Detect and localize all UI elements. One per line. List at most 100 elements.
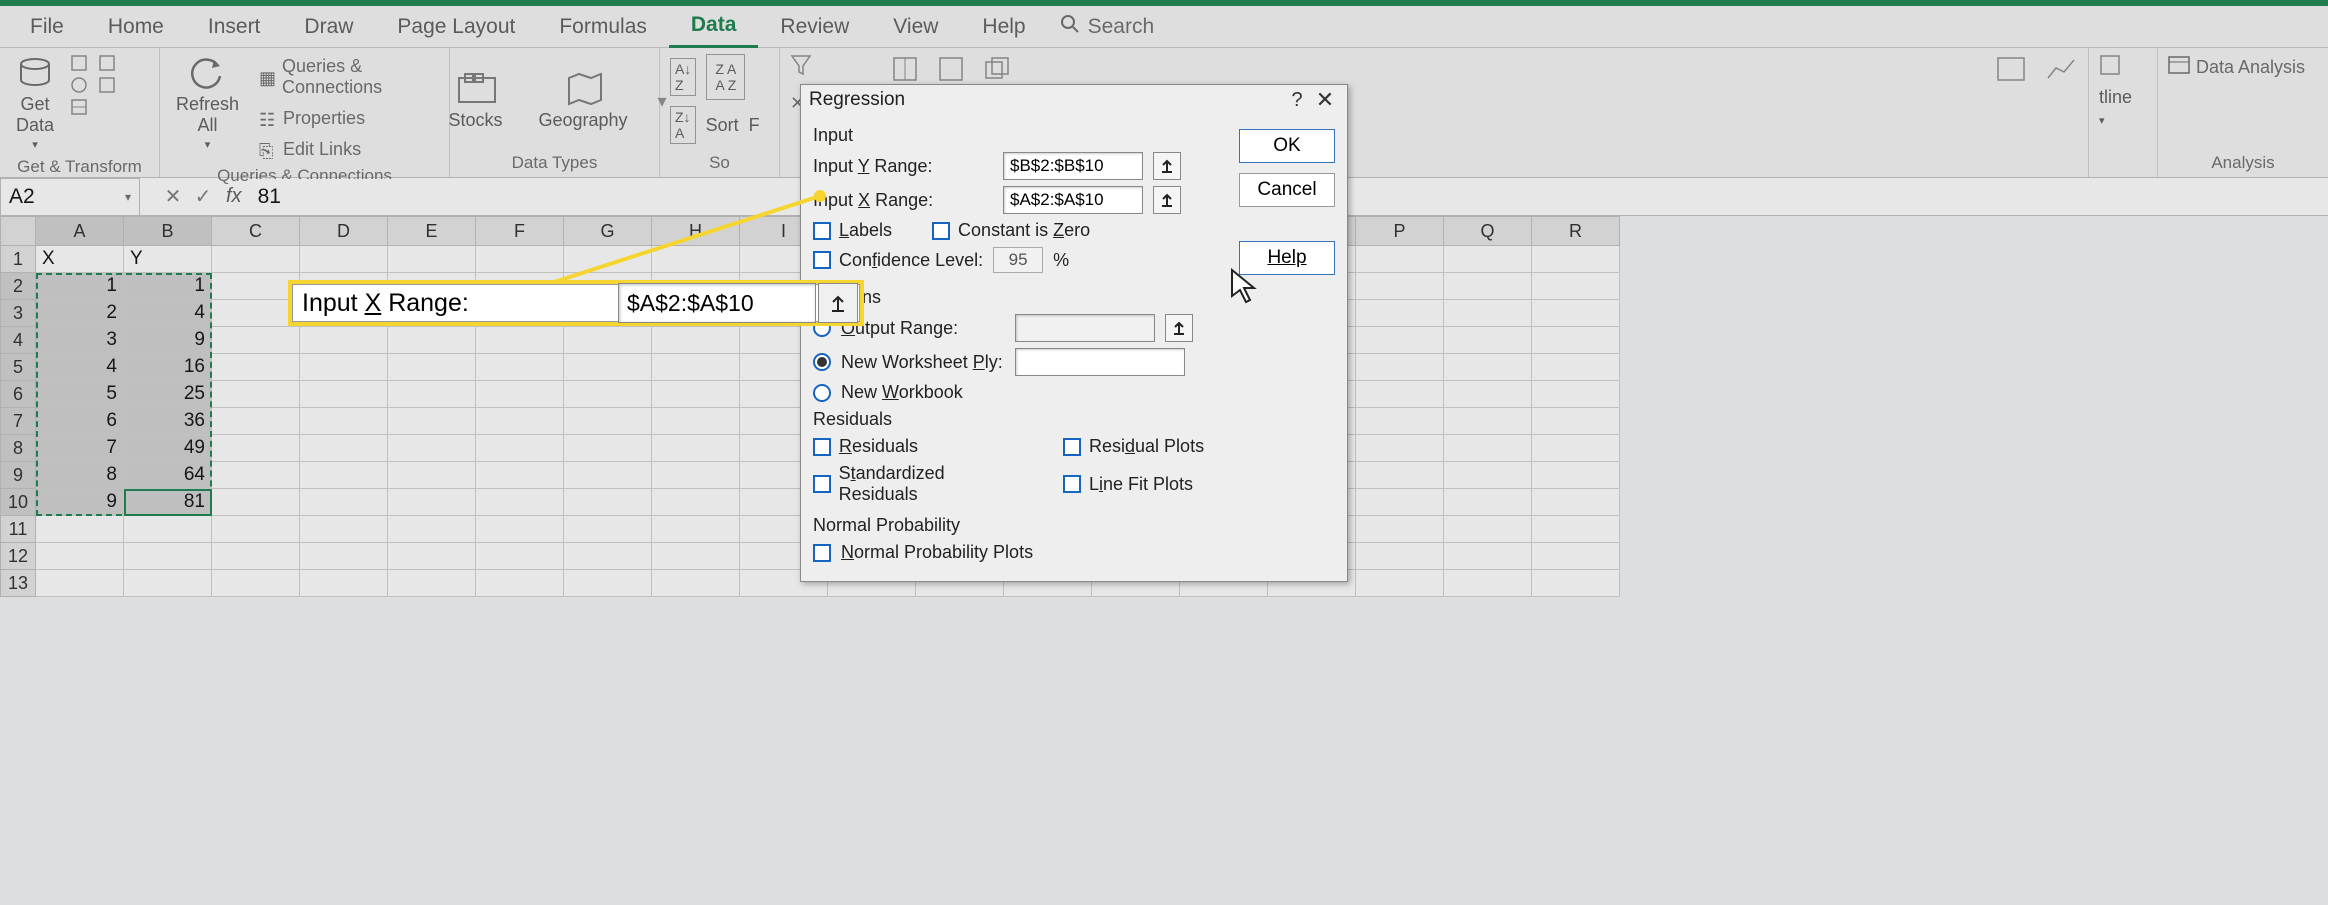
filter-icon[interactable] xyxy=(790,54,812,81)
from-table-icon[interactable] xyxy=(70,98,88,116)
cell-R2[interactable] xyxy=(1532,273,1620,300)
cell-Q6[interactable] xyxy=(1444,381,1532,408)
cell-P12[interactable] xyxy=(1356,543,1444,570)
cell-A2[interactable]: 1 xyxy=(36,273,124,300)
cell-C7[interactable] xyxy=(212,408,300,435)
cell-P5[interactable] xyxy=(1356,354,1444,381)
cell-B7[interactable]: 36 xyxy=(124,408,212,435)
cell-R6[interactable] xyxy=(1532,381,1620,408)
text-to-columns-icon[interactable] xyxy=(892,56,918,87)
existing-conn-icon[interactable] xyxy=(98,76,116,94)
cell-B12[interactable] xyxy=(124,543,212,570)
input-y-range-input[interactable] xyxy=(1003,152,1143,180)
cell-G4[interactable] xyxy=(564,327,652,354)
cell-Q13[interactable] xyxy=(1444,570,1532,597)
cell-F10[interactable] xyxy=(476,489,564,516)
cell-E11[interactable] xyxy=(388,516,476,543)
cancel-button[interactable]: Cancel xyxy=(1239,173,1335,207)
row-head-1[interactable]: 1 xyxy=(0,246,36,273)
cell-D4[interactable] xyxy=(300,327,388,354)
std-residuals-checkbox[interactable] xyxy=(813,475,831,493)
ok-button[interactable]: OK xyxy=(1239,129,1335,163)
cell-Q12[interactable] xyxy=(1444,543,1532,570)
col-head-R[interactable]: R xyxy=(1532,216,1620,246)
cell-C8[interactable] xyxy=(212,435,300,462)
accept-formula-button[interactable]: ✓ xyxy=(188,184,218,209)
cell-P13[interactable] xyxy=(1356,570,1444,597)
cell-H9[interactable] xyxy=(652,462,740,489)
cell-H7[interactable] xyxy=(652,408,740,435)
cell-H6[interactable] xyxy=(652,381,740,408)
cell-D12[interactable] xyxy=(300,543,388,570)
row-head-2[interactable]: 2 xyxy=(0,273,36,300)
row-head-7[interactable]: 7 xyxy=(0,408,36,435)
new-worksheet-radio[interactable] xyxy=(813,353,831,371)
cell-D7[interactable] xyxy=(300,408,388,435)
fx-icon[interactable]: fx xyxy=(218,185,250,208)
cell-B13[interactable] xyxy=(124,570,212,597)
cell-P2[interactable] xyxy=(1356,273,1444,300)
tab-data[interactable]: Data xyxy=(669,6,759,48)
x-range-collapse-button[interactable] xyxy=(1153,186,1181,214)
cell-C1[interactable] xyxy=(212,246,300,273)
group-icon[interactable] xyxy=(2099,54,2121,81)
cell-E8[interactable] xyxy=(388,435,476,462)
cell-A13[interactable] xyxy=(36,570,124,597)
tab-file[interactable]: File xyxy=(8,6,86,48)
cell-F5[interactable] xyxy=(476,354,564,381)
cell-A11[interactable] xyxy=(36,516,124,543)
cell-Q3[interactable] xyxy=(1444,300,1532,327)
callout-collapse-button[interactable] xyxy=(818,283,858,323)
cell-R12[interactable] xyxy=(1532,543,1620,570)
tab-page-layout[interactable]: Page Layout xyxy=(375,6,537,48)
cell-F13[interactable] xyxy=(476,570,564,597)
cell-A6[interactable]: 5 xyxy=(36,381,124,408)
cell-B6[interactable]: 25 xyxy=(124,381,212,408)
col-head-A[interactable]: A xyxy=(36,216,124,246)
cell-H11[interactable] xyxy=(652,516,740,543)
cell-E12[interactable] xyxy=(388,543,476,570)
cell-C9[interactable] xyxy=(212,462,300,489)
cell-D1[interactable] xyxy=(300,246,388,273)
cell-A7[interactable]: 6 xyxy=(36,408,124,435)
col-head-Q[interactable]: Q xyxy=(1444,216,1532,246)
row-head-5[interactable]: 5 xyxy=(0,354,36,381)
geography-button[interactable]: Geography xyxy=(532,70,633,133)
sort-desc-button[interactable]: Z↓A xyxy=(670,106,696,144)
row-head-11[interactable]: 11 xyxy=(0,516,36,543)
cell-A12[interactable] xyxy=(36,543,124,570)
col-head-H[interactable]: H xyxy=(652,216,740,246)
from-web-icon[interactable] xyxy=(70,76,88,94)
cell-B4[interactable]: 9 xyxy=(124,327,212,354)
row-head-4[interactable]: 4 xyxy=(0,327,36,354)
row-head-13[interactable]: 13 xyxy=(0,570,36,597)
cell-G1[interactable] xyxy=(564,246,652,273)
row-head-12[interactable]: 12 xyxy=(0,543,36,570)
cell-F8[interactable] xyxy=(476,435,564,462)
cell-C5[interactable] xyxy=(212,354,300,381)
cell-B1[interactable]: Y xyxy=(124,246,212,273)
cell-A8[interactable]: 7 xyxy=(36,435,124,462)
stocks-button[interactable]: Stocks xyxy=(442,70,508,133)
tab-home[interactable]: Home xyxy=(86,6,186,48)
cell-P11[interactable] xyxy=(1356,516,1444,543)
cell-G9[interactable] xyxy=(564,462,652,489)
cell-G8[interactable] xyxy=(564,435,652,462)
cell-P9[interactable] xyxy=(1356,462,1444,489)
cell-D5[interactable] xyxy=(300,354,388,381)
cell-A9[interactable]: 8 xyxy=(36,462,124,489)
queries-connections-button[interactable]: ▦Queries & Connections xyxy=(259,54,439,100)
cell-D10[interactable] xyxy=(300,489,388,516)
cell-C12[interactable] xyxy=(212,543,300,570)
cell-R4[interactable] xyxy=(1532,327,1620,354)
dialog-close-button[interactable]: ✕ xyxy=(1311,87,1339,113)
flash-fill-icon[interactable] xyxy=(938,56,964,87)
cell-E9[interactable] xyxy=(388,462,476,489)
output-range-collapse-button[interactable] xyxy=(1165,314,1193,342)
cell-P1[interactable] xyxy=(1356,246,1444,273)
name-box[interactable]: A2▾ xyxy=(0,178,140,216)
cell-Q9[interactable] xyxy=(1444,462,1532,489)
labels-checkbox[interactable] xyxy=(813,222,831,240)
what-if-icon[interactable] xyxy=(1996,56,2026,87)
cell-H12[interactable] xyxy=(652,543,740,570)
